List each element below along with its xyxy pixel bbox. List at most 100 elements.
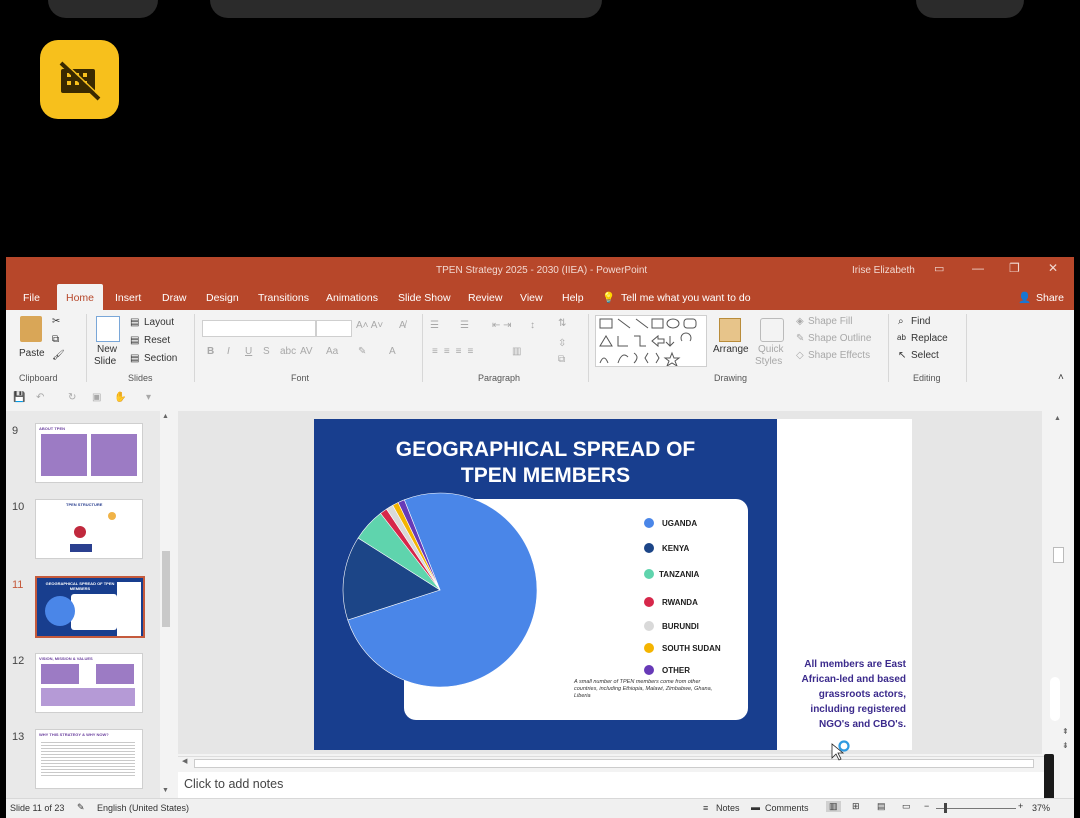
tab-design[interactable]: Design [206, 284, 239, 310]
bold-icon[interactable]: B [207, 346, 214, 357]
side-scroll-pill[interactable] [1050, 677, 1060, 721]
slide-thumbnail[interactable]: VISION, MISSION & VALUES [35, 653, 143, 713]
tab-slide-show[interactable]: Slide Show [398, 284, 451, 310]
reset-button[interactable]: Reset [144, 335, 170, 346]
tab-review[interactable]: Review [468, 284, 502, 310]
numbering-icon[interactable]: ☰ [460, 320, 469, 331]
columns-icon[interactable]: ▥ [512, 346, 521, 357]
font-name-input[interactable] [202, 320, 316, 337]
tell-me-search[interactable]: Tell me what you want to do [621, 284, 751, 310]
font-size-input[interactable] [316, 320, 352, 337]
font-color-icon[interactable]: A [389, 346, 396, 357]
shape-effects-button[interactable]: Shape Effects [808, 350, 870, 361]
section-button[interactable]: Section [144, 353, 177, 364]
next-slide-icon[interactable]: ⇟ [1062, 741, 1069, 750]
char-spacing-icon[interactable]: AV [300, 346, 313, 357]
zoom-slider[interactable] [936, 808, 1016, 809]
notes-toggle[interactable]: Notes [716, 803, 740, 813]
normal-view-icon[interactable]: ▥ [826, 801, 841, 812]
tab-transitions[interactable]: Transitions [258, 284, 309, 310]
close-icon[interactable]: ✕ [1048, 261, 1058, 275]
underline-icon[interactable]: U [245, 346, 252, 357]
tab-home[interactable]: Home [57, 284, 104, 310]
highlight-icon[interactable]: ✎ [358, 346, 366, 357]
slide-sorter-icon[interactable]: ⊞ [852, 801, 860, 812]
bullets-icon[interactable]: ☰ [430, 320, 439, 331]
line-spacing-icon[interactable]: ↕ [530, 320, 535, 331]
zoom-slider-thumb[interactable] [944, 803, 947, 813]
redo-icon[interactable]: ↻ [68, 392, 76, 403]
tab-insert[interactable]: Insert [115, 284, 141, 310]
editor-scroll-thumb[interactable] [1053, 547, 1064, 563]
arrange-icon[interactable] [719, 318, 741, 342]
scroll-up-icon[interactable]: ▲ [162, 413, 169, 420]
shape-fill-button[interactable]: Shape Fill [808, 316, 852, 327]
customize-qat-icon[interactable]: ▾ [146, 392, 151, 403]
slide-thumbnail[interactable]: TPEN STRUCTURE [35, 499, 143, 559]
scroll-left-icon[interactable]: ◀ [182, 757, 187, 765]
new-slide-label-2[interactable]: Slide [94, 356, 116, 367]
thumbs-scroll-thumb[interactable] [162, 551, 170, 627]
smartart-icon[interactable]: ⧉ [558, 354, 565, 365]
align-icons[interactable]: ≡≡≡≡ [432, 346, 479, 357]
spell-check-icon[interactable]: ✎ [77, 802, 85, 813]
arrange-button[interactable]: Arrange [713, 344, 749, 355]
tab-file[interactable]: File [23, 284, 40, 310]
quick-styles-label-1[interactable]: Quick [758, 344, 784, 355]
zoom-level[interactable]: 37% [1032, 803, 1050, 813]
new-slide-label-1[interactable]: New [97, 344, 117, 355]
ribbon-display-icon[interactable]: ▭ [934, 262, 944, 275]
zoom-in-icon[interactable]: + [1018, 801, 1023, 811]
italic-icon[interactable]: I [227, 346, 230, 357]
slideshow-view-icon[interactable]: ▭ [902, 801, 911, 812]
paste-icon[interactable] [20, 316, 42, 342]
grow-font-icon[interactable]: A˄ A˅ [356, 320, 383, 331]
zoom-out-icon[interactable]: − [924, 801, 929, 811]
reading-view-icon[interactable]: ▤ [877, 801, 886, 812]
user-name[interactable]: Irise Elizabeth [852, 265, 915, 276]
slide-canvas[interactable]: GEOGRAPHICAL SPREAD OF TPEN MEMBERS UGAN… [314, 419, 912, 750]
comments-toggle[interactable]: Comments [765, 803, 809, 813]
replace-button[interactable]: Replace [911, 333, 948, 344]
shape-outline-button[interactable]: Shape Outline [808, 333, 871, 344]
strikethrough-icon[interactable]: abc [280, 346, 296, 357]
text-direction-icon[interactable]: ⇅ [558, 318, 566, 329]
select-button[interactable]: Select [911, 350, 939, 361]
cut-icon[interactable]: ✂ [52, 316, 60, 327]
language-status[interactable]: English (United States) [97, 803, 189, 813]
scroll-up-icon[interactable]: ▲ [1054, 415, 1061, 422]
clear-format-icon[interactable]: A̸ [399, 320, 406, 331]
tab-animations[interactable]: Animations [326, 284, 378, 310]
minimize-icon[interactable]: — [972, 261, 984, 275]
undo-icon[interactable]: ↶ [36, 392, 44, 403]
horizontal-scroll-thumb[interactable] [194, 759, 1034, 768]
horizontal-scrollbar[interactable]: ◀ [178, 756, 1044, 769]
layout-button[interactable]: Layout [144, 317, 174, 328]
indent-icons[interactable]: ⇤ ⇥ [492, 320, 512, 331]
tab-help[interactable]: Help [562, 284, 584, 310]
change-case-icon[interactable]: Aa [326, 346, 338, 357]
shapes-gallery[interactable] [595, 315, 707, 368]
find-button[interactable]: Find [911, 316, 930, 327]
copy-icon[interactable]: ⧉ [52, 334, 59, 345]
shadow-icon[interactable]: S [263, 346, 270, 357]
prev-slide-icon[interactable]: ⇞ [1062, 727, 1069, 736]
notes-pane[interactable]: Click to add notes [178, 772, 1048, 798]
quick-styles-icon[interactable] [760, 318, 784, 342]
slide-thumbnail-selected[interactable]: GEOGRAPHICAL SPREAD OF TPEN MEMBERS [35, 576, 145, 638]
no-video-badge[interactable] [40, 40, 119, 119]
start-slideshow-icon[interactable]: ▣ [92, 392, 101, 403]
align-text-icon[interactable]: ⇳ [558, 338, 566, 349]
touch-mode-icon[interactable]: ✋ [114, 392, 126, 403]
new-slide-icon[interactable] [96, 316, 120, 342]
scroll-down-icon[interactable]: ▼ [162, 787, 169, 794]
share-button[interactable]: Share [1036, 284, 1064, 310]
tab-view[interactable]: View [520, 284, 543, 310]
slide-thumbnail[interactable]: ABOUT TPEN [35, 423, 143, 483]
slide-thumbnail[interactable]: WHY THIS STRATEGY & WHY NOW? [35, 729, 143, 789]
tab-draw[interactable]: Draw [162, 284, 187, 310]
collapse-ribbon-icon[interactable]: ˄ [1058, 372, 1064, 383]
format-painter-icon[interactable]: 🖌 [52, 350, 65, 361]
quick-styles-label-2[interactable]: Styles [755, 356, 782, 367]
save-icon[interactable]: 💾 [13, 392, 25, 403]
